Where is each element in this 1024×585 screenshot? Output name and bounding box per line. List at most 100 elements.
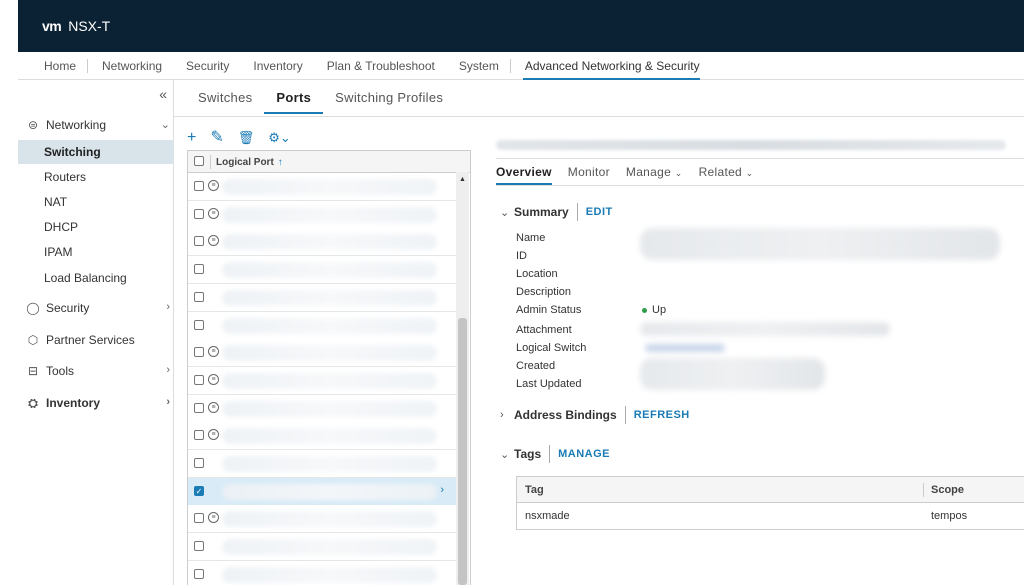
divider bbox=[549, 445, 551, 463]
address-bindings-header[interactable]: › Address Bindings REFRESH bbox=[500, 406, 690, 424]
table-row[interactable] bbox=[188, 256, 458, 285]
nav-inventory[interactable]: Inventory bbox=[241, 52, 314, 80]
port-status-icon: ≡ bbox=[208, 346, 219, 358]
column-header-scope[interactable]: Scope bbox=[931, 484, 964, 496]
tab-switches[interactable]: Switches bbox=[186, 84, 264, 114]
sidebar-group-security[interactable]: ◯ Security › bbox=[18, 295, 174, 321]
sidebar-item-nat[interactable]: NAT bbox=[18, 190, 174, 214]
redacted-port-name bbox=[222, 317, 437, 334]
row-checkbox[interactable] bbox=[194, 264, 204, 275]
column-header-logical-port[interactable]: Logical Port ↑ bbox=[216, 157, 283, 168]
nav-security[interactable]: Security bbox=[174, 52, 241, 80]
nav-home[interactable]: Home bbox=[18, 52, 89, 80]
tab-related[interactable]: Related ⌄ bbox=[699, 159, 754, 185]
refresh-button[interactable]: REFRESH bbox=[634, 409, 690, 421]
table-row[interactable]: ≡ bbox=[188, 422, 458, 451]
settings-icon[interactable]: ⚙⌄ bbox=[268, 130, 291, 146]
row-checkbox[interactable] bbox=[194, 513, 204, 524]
row-checkbox[interactable] bbox=[194, 319, 204, 330]
summary-title: Summary bbox=[514, 205, 569, 219]
row-checkbox[interactable] bbox=[194, 347, 204, 358]
sidebar-group-partner-services[interactable]: ⬡ Partner Services bbox=[18, 327, 174, 353]
sidebar-item-load-balancing[interactable]: Load Balancing bbox=[18, 266, 174, 290]
redacted-port-name bbox=[222, 456, 437, 472]
sidebar-group-tools[interactable]: ⊟ Tools › bbox=[18, 358, 174, 384]
table-row[interactable]: ≡ bbox=[188, 200, 458, 229]
logical-switch-link[interactable] bbox=[645, 344, 725, 352]
sidebar-group-label: Networking bbox=[46, 118, 107, 132]
table-row[interactable]: ≡ bbox=[188, 366, 458, 395]
row-checkbox[interactable]: ✓ bbox=[194, 485, 204, 496]
table-row[interactable] bbox=[188, 450, 458, 478]
tags-title: Tags bbox=[514, 447, 542, 461]
summary-section-header[interactable]: ⌄ Summary EDIT bbox=[500, 203, 613, 221]
collapse-sidebar-button[interactable]: « bbox=[159, 86, 167, 102]
redacted-port-name bbox=[222, 289, 437, 306]
sidebar-item-routers[interactable]: Routers bbox=[18, 165, 174, 189]
field-label-description: Description bbox=[516, 286, 572, 298]
table-row[interactable]: ≡ bbox=[188, 339, 458, 368]
field-label-logical-switch: Logical Switch bbox=[516, 342, 587, 354]
sidebar-item-ipam[interactable]: IPAM bbox=[18, 240, 174, 264]
port-detail-title-redacted bbox=[496, 140, 1006, 150]
row-checkbox[interactable] bbox=[194, 430, 204, 441]
column-divider bbox=[210, 155, 211, 169]
sidebar-group-inventory[interactable]: ⛭ Inventory › bbox=[18, 390, 174, 416]
add-icon[interactable]: + bbox=[187, 130, 196, 146]
table-row[interactable]: ≡ bbox=[188, 505, 458, 534]
manage-tags-button[interactable]: MANAGE bbox=[558, 448, 610, 460]
port-status-icon: ≡ bbox=[208, 373, 219, 385]
brand[interactable]: vm NSX-T bbox=[42, 16, 110, 36]
nav-networking[interactable]: Networking bbox=[88, 52, 174, 80]
nav-advanced-networking-security[interactable]: Advanced Networking & Security bbox=[511, 52, 712, 80]
row-checkbox[interactable] bbox=[194, 208, 204, 219]
scroll-up-icon[interactable]: ▲ bbox=[459, 176, 466, 183]
table-row[interactable]: ≡ bbox=[188, 228, 458, 257]
shield-icon: ◯ bbox=[26, 301, 40, 315]
edit-button[interactable]: EDIT bbox=[586, 206, 613, 218]
tab-manage[interactable]: Manage ⌄ bbox=[626, 159, 683, 185]
port-toolbar: + ✎ 🗑 ⚙⌄ bbox=[187, 130, 291, 146]
table-row[interactable] bbox=[188, 311, 458, 340]
table-row[interactable]: ≡ bbox=[188, 394, 458, 423]
table-row[interactable] bbox=[188, 560, 458, 585]
expand-row-icon[interactable]: › bbox=[440, 484, 444, 496]
table-row[interactable]: ✓ › bbox=[188, 477, 458, 506]
row-checkbox[interactable] bbox=[194, 291, 204, 302]
sidebar-group-networking[interactable]: ⊜ Networking ⌄ bbox=[18, 112, 174, 138]
field-label-attachment: Attachment bbox=[516, 324, 572, 336]
row-checkbox[interactable] bbox=[194, 541, 204, 552]
field-label-name: Name bbox=[516, 232, 546, 244]
port-status-icon: ≡ bbox=[208, 235, 219, 247]
networking-icon: ⊜ bbox=[27, 118, 39, 132]
tab-switching-profiles[interactable]: Switching Profiles bbox=[323, 84, 455, 114]
table-row[interactable]: ≡ bbox=[188, 173, 458, 201]
select-all-checkbox[interactable] bbox=[194, 156, 204, 166]
row-checkbox[interactable] bbox=[194, 374, 204, 385]
nav-system[interactable]: System bbox=[447, 52, 511, 80]
column-header-tag[interactable]: Tag bbox=[525, 484, 544, 496]
grid-scrollbar[interactable]: ▲ bbox=[456, 172, 469, 585]
tab-ports[interactable]: Ports bbox=[264, 84, 324, 114]
chevron-right-icon: › bbox=[166, 364, 170, 376]
sidebar-item-switching[interactable]: Switching bbox=[18, 140, 174, 164]
row-checkbox[interactable] bbox=[194, 458, 204, 468]
redacted-port-name bbox=[222, 179, 437, 195]
sidebar-item-dhcp[interactable]: DHCP bbox=[18, 215, 174, 239]
tags-table-header: Tag Scope bbox=[517, 477, 1024, 503]
scrollbar-thumb[interactable] bbox=[458, 318, 467, 585]
tab-monitor[interactable]: Monitor bbox=[568, 159, 610, 185]
row-checkbox[interactable] bbox=[194, 568, 204, 579]
nav-plan-troubleshoot[interactable]: Plan & Troubleshoot bbox=[315, 52, 447, 80]
table-row[interactable] bbox=[188, 533, 458, 562]
row-checkbox[interactable] bbox=[194, 181, 204, 191]
edit-icon[interactable]: ✎ bbox=[210, 130, 223, 146]
table-row[interactable] bbox=[188, 283, 458, 312]
chevron-down-icon: ⌄ bbox=[500, 206, 510, 219]
delete-icon[interactable]: 🗑 bbox=[238, 130, 255, 146]
row-checkbox[interactable] bbox=[194, 236, 204, 247]
row-checkbox[interactable] bbox=[194, 402, 204, 413]
table-row: nsxmade tempos bbox=[517, 503, 1024, 529]
tab-overview[interactable]: Overview bbox=[496, 159, 552, 185]
tags-header[interactable]: ⌄ Tags MANAGE bbox=[500, 445, 610, 463]
